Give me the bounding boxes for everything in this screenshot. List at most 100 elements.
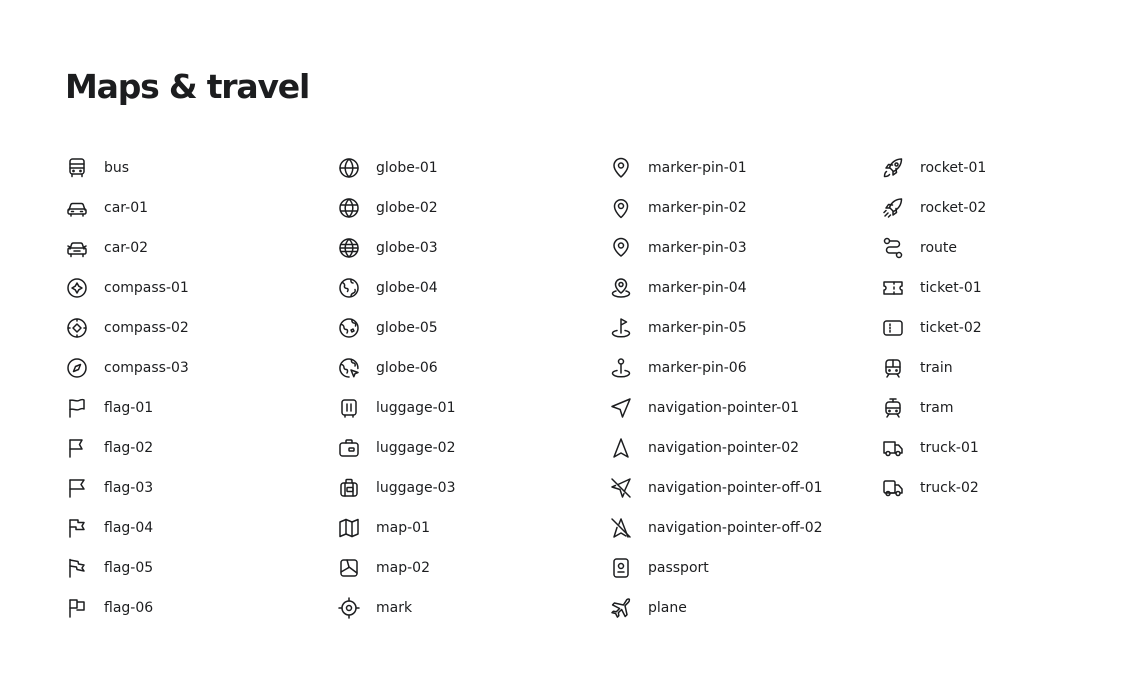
compass-01-icon (65, 276, 89, 300)
icon-tile-car-02: car-02 (65, 228, 325, 268)
icon-tile-flag-03: flag-03 (65, 468, 325, 508)
flag-05-icon (65, 556, 89, 580)
tram-icon (881, 396, 905, 420)
icon-tile-compass-03: compass-03 (65, 348, 325, 388)
icon-label: marker-pin-03 (648, 240, 747, 256)
icon-tile-compass-01: compass-01 (65, 268, 325, 308)
train-icon (881, 356, 905, 380)
map-01-icon (337, 516, 361, 540)
icon-label: globe-02 (376, 200, 438, 216)
icon-tile-globe-05: globe-05 (337, 308, 597, 348)
route-icon (881, 236, 905, 260)
rocket-02-icon (881, 196, 905, 220)
flag-04-icon (65, 516, 89, 540)
marker-pin-06-icon (609, 356, 633, 380)
icon-tile-flag-04: flag-04 (65, 508, 325, 548)
icon-sheet: Maps & travel bus car-01 car-02 compass-01 c… (0, 0, 1144, 700)
globe-06-icon (337, 356, 361, 380)
icon-tile-truck-02: truck-02 (881, 468, 1141, 508)
icon-tile-navigation-pointer-off-01: navigation-pointer-off-01 (609, 468, 869, 508)
icon-tile-globe-02: globe-02 (337, 188, 597, 228)
icon-tile-navigation-pointer-01: navigation-pointer-01 (609, 388, 869, 428)
rocket-01-icon (881, 156, 905, 180)
luggage-01-icon (337, 396, 361, 420)
passport-icon (609, 556, 633, 580)
icon-label: rocket-01 (920, 160, 987, 176)
icon-label: map-02 (376, 560, 430, 576)
icon-tile-marker-pin-02: marker-pin-02 (609, 188, 869, 228)
icon-tile-passport: passport (609, 548, 869, 588)
icon-tile-navigation-pointer-02: navigation-pointer-02 (609, 428, 869, 468)
globe-04-icon (337, 276, 361, 300)
icon-tile-tram: tram (881, 388, 1141, 428)
truck-02-icon (881, 476, 905, 500)
globe-01-icon (337, 156, 361, 180)
icon-label: marker-pin-06 (648, 360, 747, 376)
flag-02-icon (65, 436, 89, 460)
page-title: Maps & travel (65, 67, 310, 106)
icon-label: flag-04 (104, 520, 154, 536)
icon-tile-marker-pin-03: marker-pin-03 (609, 228, 869, 268)
icon-tile-map-01: map-01 (337, 508, 597, 548)
map-02-icon (337, 556, 361, 580)
icon-label: ticket-01 (920, 280, 982, 296)
luggage-03-icon (337, 476, 361, 500)
icon-tile-route: route (881, 228, 1141, 268)
flag-03-icon (65, 476, 89, 500)
icon-label: rocket-02 (920, 200, 987, 216)
icon-tile-marker-pin-01: marker-pin-01 (609, 148, 869, 188)
marker-pin-04-icon (609, 276, 633, 300)
compass-03-icon (65, 356, 89, 380)
globe-03-icon (337, 236, 361, 260)
icon-label: marker-pin-01 (648, 160, 747, 176)
icon-column-4: rocket-01 rocket-02 route ticket-01 ticket-0… (881, 148, 1141, 508)
globe-05-icon (337, 316, 361, 340)
icon-label: marker-pin-02 (648, 200, 747, 216)
icon-label: train (920, 360, 953, 376)
bus-icon (65, 156, 89, 180)
navigation-pointer-01-icon (609, 396, 633, 420)
navigation-pointer-off-01-icon (609, 476, 633, 500)
icon-tile-globe-04: globe-04 (337, 268, 597, 308)
icon-tile-compass-02: compass-02 (65, 308, 325, 348)
icon-label: tram (920, 400, 954, 416)
icon-tile-globe-01: globe-01 (337, 148, 597, 188)
icon-tile-luggage-01: luggage-01 (337, 388, 597, 428)
icon-label: marker-pin-04 (648, 280, 747, 296)
icon-column-3: marker-pin-01 marker-pin-02 marker-pin-03 m… (609, 148, 869, 628)
icon-label: navigation-pointer-01 (648, 400, 800, 416)
marker-pin-05-icon (609, 316, 633, 340)
icon-tile-plane: plane (609, 588, 869, 628)
icon-tile-marker-pin-06: marker-pin-06 (609, 348, 869, 388)
icon-tile-truck-01: truck-01 (881, 428, 1141, 468)
icon-tile-flag-01: flag-01 (65, 388, 325, 428)
icon-tile-flag-06: flag-06 (65, 588, 325, 628)
icon-label: marker-pin-05 (648, 320, 747, 336)
icon-tile-ticket-02: ticket-02 (881, 308, 1141, 348)
icon-label: mark (376, 600, 413, 616)
marker-pin-03-icon (609, 236, 633, 260)
icon-column-2: globe-01 globe-02 globe-03 globe-04 globe-05… (337, 148, 597, 628)
ticket-01-icon (881, 276, 905, 300)
ticket-02-icon (881, 316, 905, 340)
icon-tile-globe-06: globe-06 (337, 348, 597, 388)
icon-label: bus (104, 160, 130, 176)
icon-tile-mark: mark (337, 588, 597, 628)
icon-label: compass-02 (104, 320, 189, 336)
icon-label: navigation-pointer-02 (648, 440, 800, 456)
icon-tile-globe-03: globe-03 (337, 228, 597, 268)
compass-02-icon (65, 316, 89, 340)
icon-tile-luggage-03: luggage-03 (337, 468, 597, 508)
icon-label: flag-03 (104, 480, 154, 496)
icon-label: compass-03 (104, 360, 189, 376)
icon-label: map-01 (376, 520, 430, 536)
icon-label: passport (648, 560, 709, 576)
marker-pin-02-icon (609, 196, 633, 220)
icon-label: navigation-pointer-off-02 (648, 520, 823, 536)
icon-label: globe-01 (376, 160, 438, 176)
icon-label: globe-03 (376, 240, 438, 256)
icon-tile-rocket-01: rocket-01 (881, 148, 1141, 188)
icon-tile-map-02: map-02 (337, 548, 597, 588)
icon-label: globe-05 (376, 320, 438, 336)
icon-label: ticket-02 (920, 320, 982, 336)
